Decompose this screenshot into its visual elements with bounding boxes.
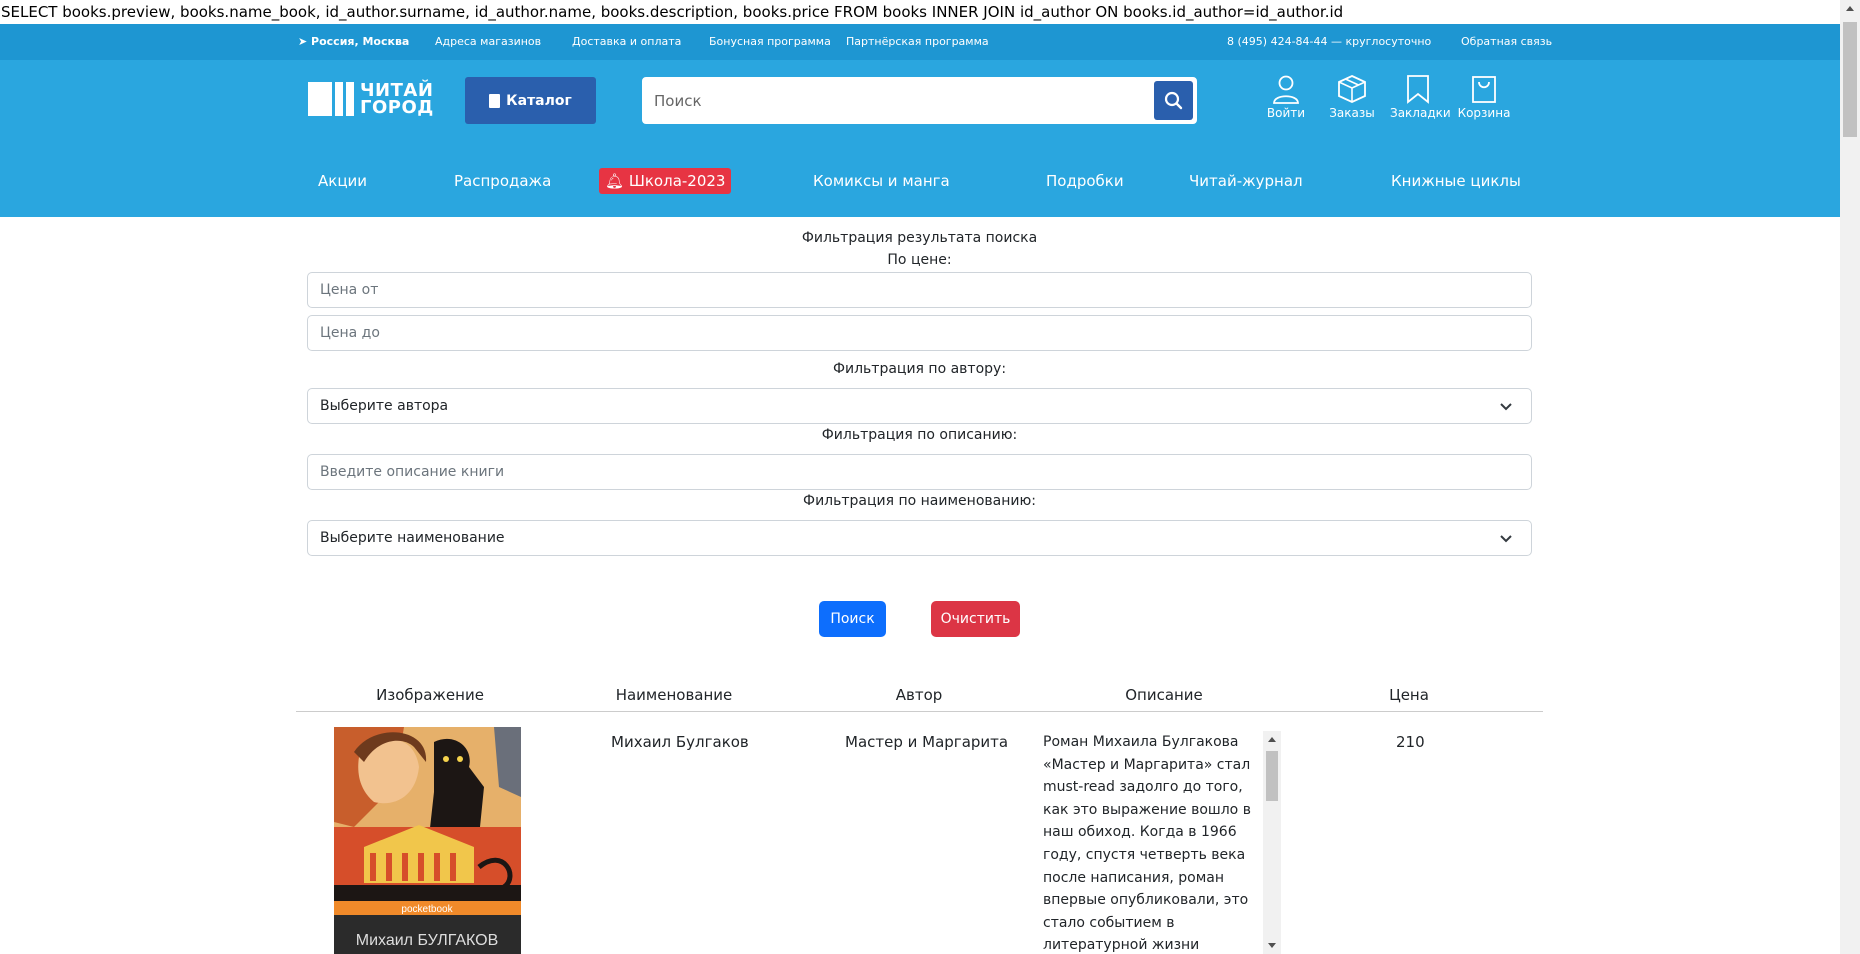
nav-item-promotions[interactable]: Акции [318, 172, 367, 190]
row-author-cell: Мастер и Маргарита [845, 733, 1009, 751]
nav-item-journal[interactable]: Читай-журнал [1189, 172, 1303, 190]
column-header-author: Автор [895, 686, 943, 704]
orders-button[interactable]: Заказы [1324, 74, 1380, 120]
description-scroll-thumb[interactable] [1266, 751, 1278, 801]
filter-title: Фильтрация результата поиска [801, 230, 1038, 246]
location-link[interactable]: ➤ Россия, Москва [298, 35, 409, 48]
column-header-image: Изображение [376, 686, 484, 704]
chevron-down-icon [1500, 403, 1512, 411]
search-button[interactable] [1154, 81, 1193, 120]
feedback-link[interactable]: Обратная связь [1461, 35, 1552, 48]
price-from-input[interactable] [307, 272, 1532, 308]
price-label: По цене: [887, 252, 952, 268]
scroll-up-arrow-icon[interactable] [1268, 737, 1276, 742]
bell-icon: 🔔︎ [605, 172, 625, 190]
bookmarks-button[interactable]: Закладки [1390, 74, 1451, 120]
logo-mark-icon [308, 82, 354, 116]
phone-text: 8 (495) 424-84-44 — круглосуточно [1227, 35, 1432, 48]
book-cover-image: pocketbook Михаил БУЛГАКОВ [334, 727, 521, 954]
bonus-link[interactable]: Бонусная программа [709, 35, 831, 48]
scroll-down-arrow-icon[interactable] [1268, 943, 1276, 948]
bookmark-icon [1407, 75, 1429, 104]
search-input[interactable] [654, 79, 1134, 122]
author-filter-label: Фильтрация по автору: [832, 361, 1007, 377]
sql-query-text: SELECT books.preview, books.name_book, i… [1, 3, 1344, 21]
name-filter-label: Фильтрация по наименованию: [803, 493, 1036, 509]
partner-link[interactable]: Партнёрская программа [846, 35, 989, 48]
row-description-cell: Роман Михаила Булгакова «Мастер и Маргар… [1043, 734, 1251, 954]
logo[interactable]: ЧИТАЙ ГОРОД [308, 82, 434, 117]
bag-icon [1472, 76, 1496, 103]
cart-button[interactable]: Корзина [1456, 74, 1512, 120]
page-scroll-thumb[interactable] [1843, 22, 1857, 137]
main-nav: Акции Распродажа 🔔︎ Школа-2023 Комиксы и… [0, 160, 1840, 200]
chevron-down-icon [1500, 535, 1512, 543]
nav-item-comics[interactable]: Комиксы и манга [813, 172, 950, 190]
nav-item-sale[interactable]: Распродажа [454, 172, 551, 190]
nav-item-series[interactable]: Книжные циклы [1391, 172, 1521, 190]
delivery-link[interactable]: Доставка и оплата [572, 35, 681, 48]
nav-item-details[interactable]: Подробки [1046, 172, 1124, 190]
site-header: ЧИТАЙ ГОРОД Каталог Войти Заказы Закладк… [0, 60, 1840, 217]
user-icon [1273, 75, 1299, 104]
description-filter-label: Фильтрация по описанию: [821, 427, 1018, 443]
box-icon [1338, 75, 1366, 103]
description-scrollbar[interactable] [1263, 731, 1281, 954]
search-bar [642, 77, 1197, 124]
cover-author-text: Михаил БУЛГАКОВ [356, 932, 499, 949]
description-input[interactable] [307, 454, 1532, 490]
scroll-up-arrow-icon[interactable] [1846, 6, 1854, 11]
name-select[interactable]: Выберите наименование [307, 520, 1532, 556]
row-name-cell: Михаил Булгаков [611, 733, 749, 751]
results-table-header: Изображение Наименование Автор Описание … [296, 682, 1543, 712]
column-header-name: Наименование [615, 686, 733, 704]
clear-button[interactable]: Очистить [931, 601, 1020, 637]
book-icon [489, 93, 501, 108]
page-scrollbar[interactable] [1840, 0, 1860, 954]
column-header-price: Цена [1389, 686, 1429, 704]
search-icon [1164, 91, 1183, 110]
catalog-button[interactable]: Каталог [465, 77, 596, 124]
cover-brand-text: pocketbook [401, 904, 453, 915]
price-to-input[interactable] [307, 315, 1532, 351]
row-price-cell: 210 [1396, 733, 1425, 751]
column-header-description: Описание [1125, 686, 1203, 704]
author-select[interactable]: Выберите автора [307, 388, 1532, 424]
login-button[interactable]: Войти [1258, 74, 1314, 120]
search-submit-button[interactable]: Поиск [819, 601, 886, 637]
nav-item-school[interactable]: 🔔︎ Школа-2023 [599, 168, 732, 194]
top-info-bar: ➤ Россия, Москва Адреса магазинов Достав… [0, 24, 1840, 60]
stores-link[interactable]: Адреса магазинов [435, 35, 541, 48]
